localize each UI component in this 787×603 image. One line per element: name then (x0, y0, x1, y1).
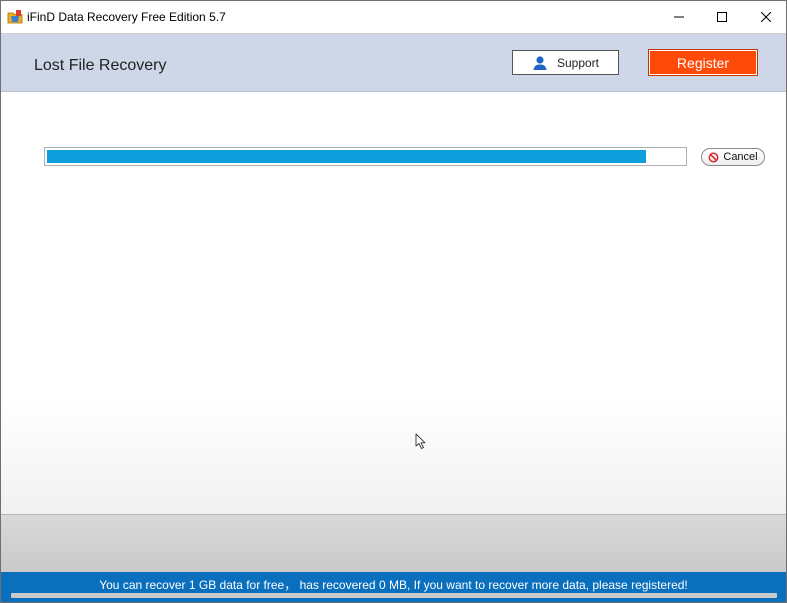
user-icon (533, 55, 547, 70)
maximize-button[interactable] (699, 1, 745, 33)
maximize-icon (717, 12, 727, 22)
minimize-button[interactable] (656, 1, 702, 33)
title-bar[interactable]: iFinD Data Recovery Free Edition 5.7 (1, 1, 786, 34)
prohibited-icon (708, 152, 719, 162)
main-panel: Cancel (1, 92, 786, 514)
minimize-icon (674, 16, 684, 18)
cancel-button[interactable]: Cancel (701, 148, 765, 166)
folder-shield-icon (7, 10, 23, 24)
status-bar: You can recover 1 GB data for free， has … (1, 572, 786, 602)
close-button[interactable] (743, 1, 786, 33)
page-title: Lost File Recovery (34, 57, 167, 74)
scan-progress-fill (47, 150, 646, 163)
close-icon (761, 12, 771, 22)
register-button[interactable]: Register (648, 49, 758, 76)
status-scrollbar[interactable] (11, 593, 777, 598)
support-button[interactable]: Support (512, 50, 619, 75)
header-band: Lost File Recovery Support Register (1, 34, 786, 92)
footer-band (1, 514, 786, 573)
support-label: Support (556, 55, 600, 70)
register-label: Register (676, 54, 730, 71)
scan-progress-bar (44, 147, 687, 166)
window-title: iFinD Data Recovery Free Edition 5.7 (27, 10, 226, 24)
mouse-cursor-icon (415, 433, 426, 449)
status-message: You can recover 1 GB data for free， has … (99, 578, 688, 592)
cancel-label: Cancel (723, 151, 758, 163)
app-window: iFinD Data Recovery Free Edition 5.7 Los… (0, 0, 787, 603)
